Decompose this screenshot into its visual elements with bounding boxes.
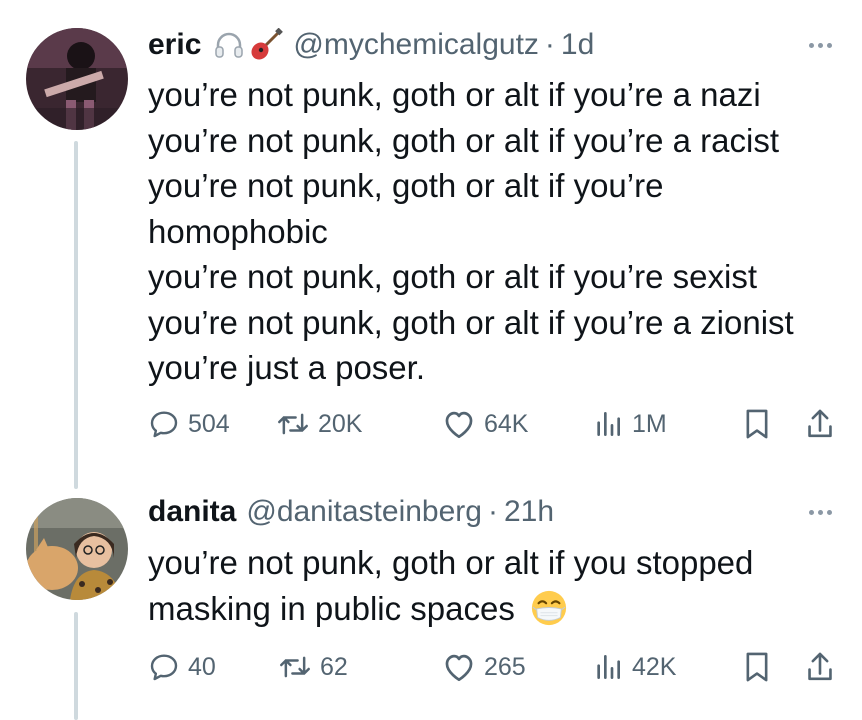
avatar[interactable] [26, 28, 128, 130]
timestamp[interactable]: 21h [504, 495, 554, 529]
bookmark-icon [746, 652, 768, 682]
more-dot-icon [827, 43, 832, 48]
reply-icon [150, 411, 178, 438]
display-name[interactable]: eric [148, 28, 201, 62]
tweet-actions: 504 20K 64K 1M [148, 404, 848, 444]
reply-button[interactable]: 40 [148, 647, 216, 687]
user-handle[interactable]: @danitasteinberg [246, 495, 482, 529]
more-dot-icon [809, 510, 814, 515]
tweet-header: danita @danitasteinberg · 21h [148, 492, 554, 532]
more-dot-icon [827, 510, 832, 515]
more-options-button[interactable] [809, 43, 832, 48]
thread-connector-line [74, 141, 78, 489]
retweet-icon [278, 413, 308, 435]
tweet-text-line: you’re not punk, goth or alt if you’re a… [148, 303, 794, 341]
more-options-button[interactable] [809, 510, 832, 515]
retweet-icon [280, 656, 310, 678]
tweet-header: eric @mychemicalgutz · 1d [148, 25, 594, 65]
separator-dot: · [487, 495, 498, 528]
tweet-text-line: you’re not punk, goth or alt if you’re h… [148, 167, 664, 250]
tweet-text-line: you’re not punk, goth or alt if you’re s… [148, 258, 757, 295]
separator-dot: · [544, 28, 555, 61]
share-button[interactable] [804, 647, 836, 687]
heart-icon [445, 654, 473, 682]
heart-icon [445, 411, 473, 439]
analytics-icon [597, 655, 620, 679]
views-button[interactable]: 1M [592, 404, 667, 444]
like-button[interactable]: 64K [442, 404, 528, 444]
tweet-text-line: you’re not punk, goth or alt if you’re a… [148, 76, 761, 113]
bookmark-button[interactable] [741, 404, 773, 444]
display-name[interactable]: danita [148, 495, 236, 529]
bookmark-button[interactable] [741, 647, 773, 687]
share-icon [808, 409, 832, 438]
retweet-button[interactable]: 62 [278, 647, 348, 687]
views-button[interactable]: 42K [592, 647, 676, 687]
like-count: 64K [484, 409, 529, 438]
thread-connector-line [74, 612, 78, 720]
more-dot-icon [809, 43, 814, 48]
user-handle[interactable]: @mychemicalgutz [293, 28, 539, 62]
analytics-icon [597, 412, 620, 436]
share-icon [808, 652, 832, 681]
tweet-text: you’re not punk, goth or alt if you’re a… [148, 72, 848, 391]
tweet-text: you’re not punk, goth or alt if you stop… [148, 540, 848, 631]
view-count: 42K [632, 652, 677, 681]
retweet-count: 62 [320, 652, 348, 681]
like-count: 265 [484, 652, 526, 681]
tweet-actions: 40 62 265 42K [148, 647, 848, 687]
bookmark-icon [746, 409, 768, 439]
retweet-count: 20K [318, 409, 363, 438]
headphones-icon [213, 29, 245, 61]
guitar-icon [249, 28, 284, 62]
face-with-medical-mask-icon [531, 590, 567, 625]
like-button[interactable]: 265 [442, 647, 526, 687]
more-dot-icon [818, 43, 823, 48]
reply-icon [150, 654, 178, 681]
retweet-button[interactable]: 20K [276, 404, 362, 444]
reply-count: 504 [188, 409, 230, 438]
timestamp[interactable]: 1d [561, 28, 594, 62]
more-dot-icon [818, 510, 823, 515]
tweet-text-line: you’re not punk, goth or alt if you’re a… [148, 121, 779, 159]
tweet-text-line: you’re not punk, goth or alt if you stop… [148, 544, 754, 627]
reply-button[interactable]: 504 [148, 404, 230, 444]
tweet-text-line: you’re just a poser. [148, 349, 425, 386]
share-button[interactable] [804, 404, 836, 444]
reply-count: 40 [188, 652, 216, 681]
avatar[interactable] [26, 498, 128, 600]
view-count: 1M [632, 409, 667, 438]
